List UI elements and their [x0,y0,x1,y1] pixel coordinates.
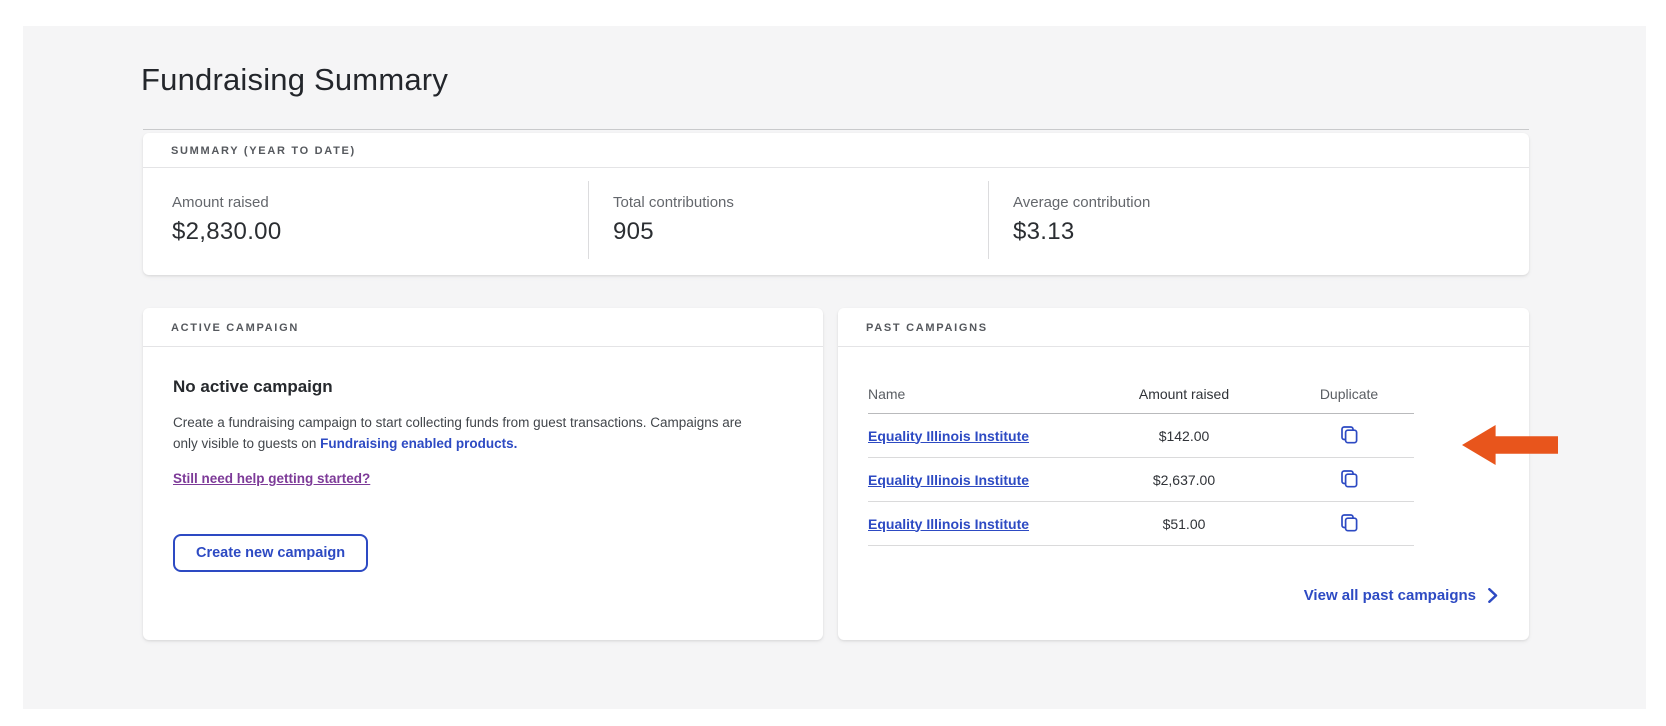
past-campaigns-card-header: PAST CAMPAIGNS [838,308,1529,347]
past-campaigns-card: PAST CAMPAIGNS Name Amount raised Duplic… [838,308,1529,640]
column-header-amount-raised: Amount raised [1084,386,1284,402]
stat-average-contribution: Average contribution $3.13 [988,168,1529,272]
active-campaign-card: ACTIVE CAMPAIGN No active campaign Creat… [143,308,823,640]
create-new-campaign-button[interactable]: Create new campaign [173,534,368,572]
active-campaign-body: No active campaign Create a fundraising … [143,347,823,572]
stat-value: $3.13 [1013,218,1529,246]
summary-card-header: SUMMARY (YEAR TO DATE) [143,133,1529,168]
table-row: Equality Illinois Institute $51.00 [868,502,1414,546]
no-active-campaign-title: No active campaign [173,377,793,397]
stat-value: $2,830.00 [172,218,588,246]
help-getting-started-link[interactable]: Still need help getting started? [173,471,370,486]
campaign-amount: $2,637.00 [1084,472,1284,488]
column-header-name: Name [868,386,1084,402]
campaign-name-link[interactable]: Equality Illinois Institute [868,472,1029,488]
table-row: Equality Illinois Institute $2,637.00 [868,458,1414,502]
view-all-label: View all past campaigns [1304,587,1476,604]
content-panel: Fundraising Summary SUMMARY (YEAR TO DAT… [23,26,1646,709]
campaign-name-link[interactable]: Equality Illinois Institute [868,428,1029,444]
duplicate-campaign-button[interactable] [1339,424,1360,446]
page-title: Fundraising Summary [141,62,448,98]
campaign-description: Create a fundraising campaign to start c… [173,413,751,455]
summary-stats-row: Amount raised $2,830.00 Total contributi… [143,168,1529,272]
campaign-name-link[interactable]: Equality Illinois Institute [868,516,1029,532]
past-campaigns-table: Name Amount raised Duplicate Equality Il… [868,386,1414,546]
copy-icon [1341,476,1358,491]
table-header-row: Name Amount raised Duplicate [868,386,1414,414]
stat-label: Total contributions [613,194,988,211]
chevron-right-icon [1487,588,1498,603]
stat-amount-raised: Amount raised $2,830.00 [143,168,588,272]
summary-card: SUMMARY (YEAR TO DATE) Amount raised $2,… [143,133,1529,275]
duplicate-campaign-button[interactable] [1339,512,1360,534]
campaign-amount: $142.00 [1084,428,1284,444]
table-row: Equality Illinois Institute $142.00 [868,414,1414,458]
campaign-amount: $51.00 [1084,516,1284,532]
title-divider [143,129,1529,130]
stat-total-contributions: Total contributions 905 [588,168,988,272]
active-campaign-card-header: ACTIVE CAMPAIGN [143,308,823,347]
copy-icon [1341,520,1358,535]
view-all-past-campaigns-link[interactable]: View all past campaigns [1304,587,1498,604]
stat-value: 905 [613,218,988,246]
column-header-duplicate: Duplicate [1284,386,1414,402]
fundraising-enabled-products-link[interactable]: Fundraising enabled products. [320,436,517,451]
duplicate-campaign-button[interactable] [1339,468,1360,490]
stat-label: Average contribution [1013,194,1529,211]
stat-label: Amount raised [172,194,588,211]
copy-icon [1341,432,1358,447]
